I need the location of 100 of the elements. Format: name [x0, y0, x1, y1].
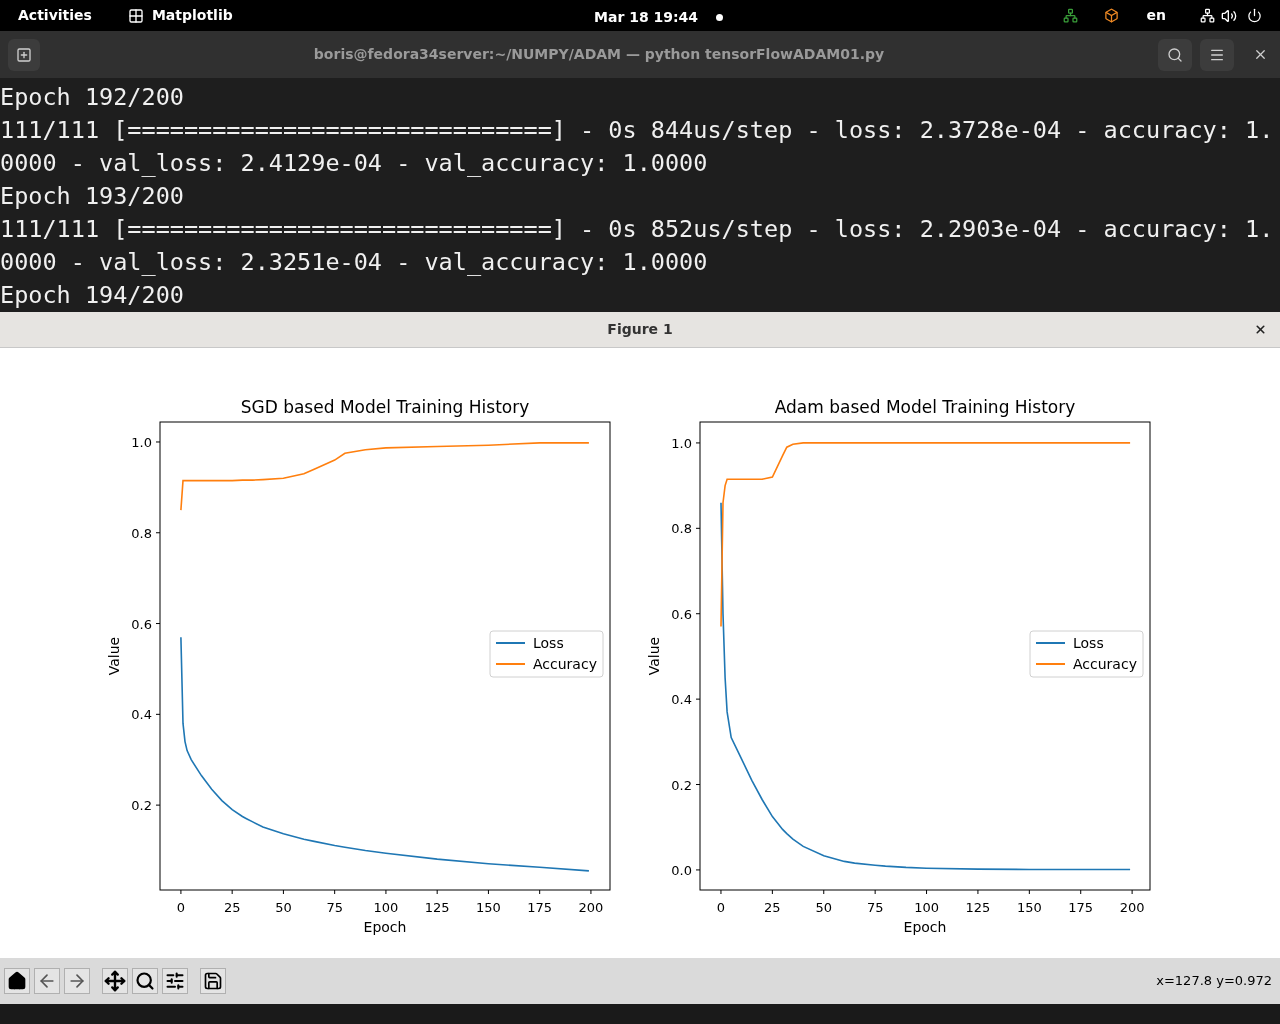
chart-title: Adam based Model Training History	[774, 397, 1076, 417]
close-icon	[1253, 323, 1267, 336]
tick-label: 175	[527, 900, 553, 915]
tick-mark	[874, 889, 876, 895]
tick-mark	[590, 889, 592, 895]
home-button[interactable]	[4, 968, 30, 994]
tick-label: 150	[1016, 900, 1042, 915]
axis-label: Epoch	[363, 919, 407, 935]
tick-label: 50	[815, 900, 833, 915]
terminal-line: Epoch 193/200	[0, 181, 184, 212]
tick-mark	[487, 889, 489, 895]
tick-label: 1.0	[131, 434, 152, 450]
back-button[interactable]	[34, 968, 60, 994]
tick-label: 150	[476, 900, 501, 915]
search-button[interactable]	[1158, 38, 1192, 71]
tick-label: 0.2	[131, 798, 152, 814]
tick-label: 0	[176, 900, 186, 915]
tick-label: 200	[578, 900, 604, 915]
tick-mark	[695, 869, 701, 871]
tick-label: 0.2	[671, 777, 692, 793]
axis-label: Epoch	[903, 919, 947, 935]
tick-mark	[155, 441, 161, 443]
app-grid-icon	[127, 7, 144, 24]
tick-mark	[695, 527, 701, 529]
tick-label: 25	[764, 900, 781, 915]
tick-mark	[977, 889, 979, 895]
new-tab-icon	[16, 46, 32, 63]
tick-mark	[155, 532, 161, 534]
move-icon	[104, 970, 126, 992]
tick-label: 0.6	[131, 616, 152, 632]
tick-mark	[1028, 889, 1030, 895]
tick-label: 50	[275, 900, 292, 915]
tick-mark	[155, 623, 161, 625]
terminal-line: Epoch 194/200	[0, 280, 184, 311]
volume-icon[interactable]	[1221, 7, 1237, 24]
tick-mark	[282, 889, 284, 895]
terminal-line: 0000 - val_loss: 2.4129e-04 - val_accuracy: 1.0000	[0, 148, 708, 179]
tick-mark	[926, 889, 928, 895]
tick-label: 125	[424, 900, 450, 915]
tick-label: 100	[914, 900, 939, 915]
save-button[interactable]	[200, 968, 226, 994]
window-title: Figure 1	[607, 320, 673, 339]
save-icon	[203, 971, 223, 991]
tick-label: 0.8	[671, 521, 692, 537]
tick-label: 0.6	[671, 606, 692, 622]
tick-mark	[436, 889, 438, 895]
tick-label: 175	[1068, 900, 1094, 915]
zoom-button[interactable]	[132, 968, 158, 994]
tick-mark	[180, 889, 182, 895]
tick-mark	[155, 804, 161, 806]
menu-button[interactable]	[1200, 38, 1234, 71]
tick-mark	[695, 784, 701, 786]
window-title: boris@fedora34server:~/NUMPY/ADAM — python tensorFlowADAM01.py	[312, 45, 886, 64]
home-icon	[7, 971, 27, 991]
tick-mark	[1080, 889, 1082, 895]
tick-mark	[1131, 889, 1133, 895]
tick-label: 200	[1119, 900, 1145, 915]
new-tab-button[interactable]	[8, 38, 40, 71]
chart-title: SGD based Model Training History	[240, 397, 530, 417]
tick-mark	[155, 713, 161, 715]
legend-label: Loss	[1073, 635, 1104, 651]
input-language[interactable]: en	[1146, 5, 1166, 26]
tick-mark	[695, 613, 701, 615]
tick-label: 75	[866, 900, 884, 915]
network-icon[interactable]	[1200, 8, 1215, 23]
tick-label: 75	[326, 900, 343, 915]
activities-button[interactable]: Activities	[18, 5, 92, 26]
app-name[interactable]: Matplotlib	[151, 5, 233, 26]
network-status-icon[interactable]	[1062, 8, 1078, 23]
tick-mark	[695, 442, 701, 444]
settings-button[interactable]	[162, 968, 188, 994]
axis-label: Value	[646, 636, 662, 676]
tick-mark	[539, 889, 541, 895]
legend-label: Accuracy	[533, 656, 597, 672]
terminal-line: Epoch 192/200	[0, 82, 184, 113]
terminal-line: 111/111 [==============================] - 0s 852us/step - loss: 2.2903e-04 - accuracy: 1.	[0, 214, 1274, 245]
tick-mark	[695, 698, 701, 700]
forward-button[interactable]	[64, 968, 90, 994]
terminal-line: 0000 - val_loss: 2.3251e-04 - val_accuracy: 1.0000	[0, 247, 708, 278]
pan-button[interactable]	[102, 968, 128, 994]
cursor-coordinates: x=127.8 y=0.972	[1156, 972, 1272, 991]
tick-label: 0.4	[671, 692, 692, 708]
legend-label: Loss	[533, 635, 564, 651]
tick-mark	[231, 889, 233, 895]
tick-label: 1.0	[671, 435, 692, 451]
cube-icon[interactable]	[1103, 8, 1119, 23]
sliders-icon	[165, 971, 185, 991]
tick-label: 0.4	[131, 707, 152, 723]
power-icon[interactable]	[1247, 8, 1262, 23]
legend-label: Accuracy	[1073, 656, 1137, 672]
clock[interactable]: Mar 18 19:44	[594, 7, 699, 28]
tick-mark	[334, 889, 336, 895]
terminal-line: 111/111 [==============================] - 0s 844us/step - loss: 2.3728e-04 - accuracy: 1.	[0, 115, 1274, 146]
zoom-icon	[135, 971, 155, 991]
tick-label: 100	[373, 900, 399, 915]
tick-label: 25	[223, 900, 241, 915]
tick-label: 125	[965, 900, 991, 915]
tick-mark	[771, 889, 773, 895]
tick-mark	[823, 889, 825, 895]
axis-label: Value	[106, 636, 122, 676]
